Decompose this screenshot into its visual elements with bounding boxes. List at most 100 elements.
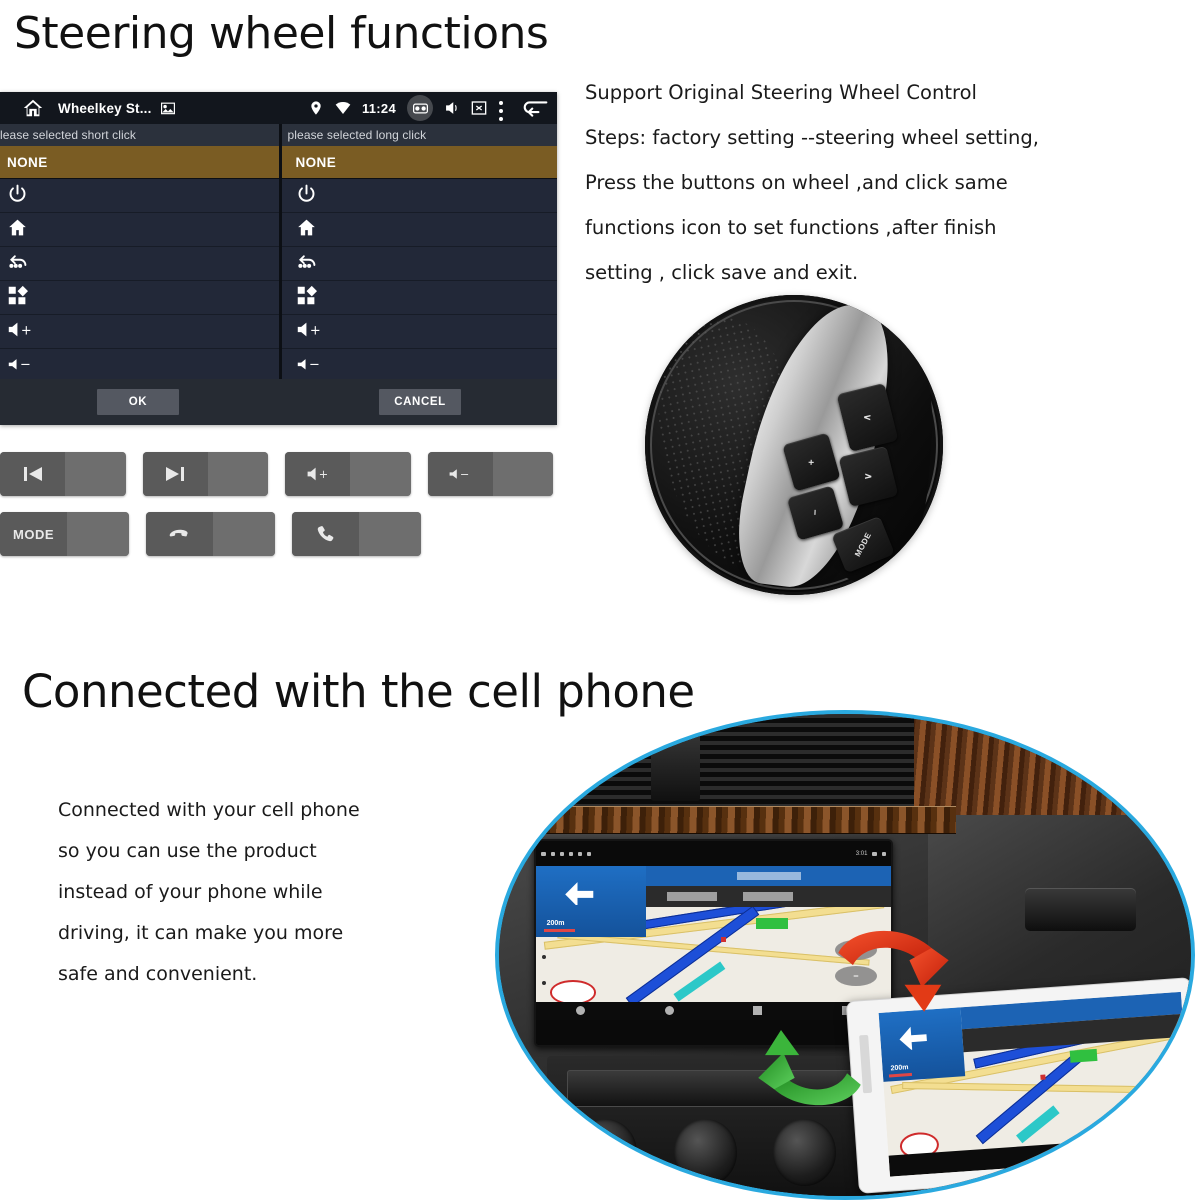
map-distance-bar bbox=[544, 929, 576, 933]
short-click-item-volume-down[interactable]: − bbox=[0, 349, 279, 383]
sdcard-off-icon bbox=[471, 100, 487, 116]
gps-icon bbox=[872, 851, 878, 856]
wifi-icon bbox=[335, 100, 351, 116]
mode-button-face bbox=[67, 512, 129, 556]
prev-track-icon bbox=[0, 452, 66, 496]
long-click-item-volume-down[interactable]: − bbox=[281, 349, 557, 383]
glove-box-handle bbox=[1024, 887, 1136, 931]
map-junction bbox=[756, 918, 789, 930]
ok-button[interactable]: OK bbox=[97, 389, 179, 415]
next-track-icon bbox=[142, 452, 208, 496]
short-click-item-apps[interactable] bbox=[0, 281, 279, 315]
hang-up-button[interactable] bbox=[146, 512, 275, 556]
long-click-item-home[interactable] bbox=[281, 213, 557, 247]
prev-track-button[interactable] bbox=[0, 452, 126, 496]
bluetooth-icon bbox=[550, 851, 555, 856]
mode-button-label: MODE bbox=[13, 526, 55, 542]
long-click-item-back[interactable] bbox=[281, 247, 557, 281]
back-icon bbox=[296, 251, 317, 277]
connected-line-1: Connected with your cell phone bbox=[58, 799, 360, 821]
call-icon bbox=[292, 512, 360, 556]
wheel-up-key[interactable]: ∧ bbox=[836, 383, 898, 453]
picture-icon bbox=[160, 102, 175, 115]
compass-icon[interactable] bbox=[664, 1006, 674, 1016]
steering-wheel-heading: Steering wheel functions bbox=[14, 8, 549, 59]
long-click-item-power[interactable] bbox=[281, 179, 557, 213]
svg-text:+: + bbox=[21, 323, 32, 338]
long-click-item-volume-up[interactable]: + bbox=[281, 315, 557, 349]
short-click-item-back[interactable] bbox=[0, 247, 279, 281]
wheel-mode-key-label: MODE bbox=[853, 530, 874, 559]
location-pin-icon bbox=[308, 100, 324, 116]
map-distance-label: 200m bbox=[546, 919, 565, 927]
overflow-menu-icon[interactable] bbox=[498, 100, 504, 121]
hang-up-icon bbox=[146, 512, 214, 556]
long-click-column: please selected long click NONE + − bbox=[278, 124, 557, 383]
cloud-icon bbox=[540, 851, 546, 856]
call-button[interactable] bbox=[292, 512, 421, 556]
function-buttons-group: + − MODE bbox=[0, 452, 570, 572]
long-click-header: please selected long click bbox=[281, 124, 557, 146]
panel-title: Wheelkey St... bbox=[58, 100, 152, 116]
volume-up-button-face bbox=[350, 452, 411, 496]
cancel-button[interactable]: CANCEL bbox=[379, 389, 461, 415]
volume-down-icon: − bbox=[296, 354, 322, 378]
steering-wheel-photo: + − ∧ ∨ MODE bbox=[645, 295, 943, 595]
turn-left-arrow-icon bbox=[565, 881, 594, 906]
volume-up-button[interactable]: + bbox=[285, 452, 411, 496]
back-icon bbox=[7, 251, 28, 277]
long-click-item-apps[interactable] bbox=[281, 281, 557, 315]
android-title-bar: Wheelkey St... 11:24 bbox=[0, 92, 557, 124]
search-icon[interactable] bbox=[575, 1006, 585, 1016]
short-click-item-home[interactable] bbox=[0, 213, 279, 247]
instruction-line-5: setting , click save and exit. bbox=[585, 261, 859, 284]
short-click-item-volume-up[interactable]: + bbox=[0, 315, 279, 349]
svg-text:−: − bbox=[460, 468, 469, 481]
map-turn-banner: 200m bbox=[535, 865, 646, 937]
speaker-icon[interactable] bbox=[444, 100, 460, 116]
status-clock: 11:24 bbox=[361, 100, 396, 116]
next-track-button-face bbox=[207, 452, 268, 496]
wheel-up-key-label: ∧ bbox=[861, 414, 873, 423]
svg-text:−: − bbox=[309, 357, 320, 372]
apps-icon bbox=[586, 851, 591, 856]
call-button-face bbox=[359, 512, 421, 556]
long-click-selected-none[interactable]: NONE bbox=[281, 146, 557, 179]
function-buttons-row-2: MODE bbox=[0, 512, 570, 556]
connected-line-3: instead of your phone while bbox=[58, 881, 323, 903]
map-info-bar bbox=[645, 885, 892, 908]
phone-map-distance-label: 200m bbox=[890, 1063, 909, 1072]
short-click-header: lease selected short click bbox=[0, 124, 279, 146]
climate-knob-center[interactable] bbox=[673, 1119, 737, 1187]
volume-down-button[interactable]: − bbox=[427, 452, 553, 496]
mode-icon: MODE bbox=[0, 512, 68, 556]
back-arrow-icon[interactable] bbox=[519, 98, 549, 118]
svg-text:+: + bbox=[309, 323, 320, 338]
volume-down-icon: − bbox=[7, 354, 33, 378]
prev-track-button-face bbox=[65, 452, 126, 496]
wheel-volume-up-key-label: + bbox=[805, 459, 817, 466]
dashboard-wood-trim-top bbox=[900, 714, 1191, 816]
steering-wheel-control-keys: + − ∧ ∨ MODE bbox=[781, 376, 916, 574]
connected-line-2: so you can use the product bbox=[58, 840, 317, 862]
car-dashboard-photo: 3:01 200m − 200m bbox=[495, 710, 1195, 1200]
volume-up-icon: + bbox=[296, 320, 322, 344]
map-poi-marker bbox=[720, 936, 726, 942]
music-icon bbox=[568, 851, 573, 856]
wheel-down-key-label: ∨ bbox=[862, 472, 875, 481]
mode-button[interactable]: MODE bbox=[0, 512, 129, 556]
climate-knob-left[interactable] bbox=[574, 1119, 638, 1187]
product-info-page: Steering wheel functions Wheelkey St... … bbox=[0, 0, 1200, 1200]
dashboard-wood-trim-band bbox=[512, 805, 956, 835]
short-click-selected-none[interactable]: NONE bbox=[0, 146, 279, 179]
apps-grid-icon bbox=[296, 285, 317, 311]
short-click-item-power[interactable] bbox=[0, 179, 279, 213]
next-track-button[interactable] bbox=[142, 452, 268, 496]
wheel-volume-up-key[interactable]: + bbox=[781, 432, 841, 493]
camera-icon[interactable] bbox=[407, 95, 433, 121]
power-icon bbox=[7, 183, 28, 209]
home-icon[interactable] bbox=[22, 97, 44, 119]
head-unit-status-bar: 3:01 bbox=[535, 841, 892, 866]
wheel-down-key[interactable]: ∨ bbox=[838, 445, 899, 508]
climate-knob-right[interactable] bbox=[773, 1119, 837, 1187]
